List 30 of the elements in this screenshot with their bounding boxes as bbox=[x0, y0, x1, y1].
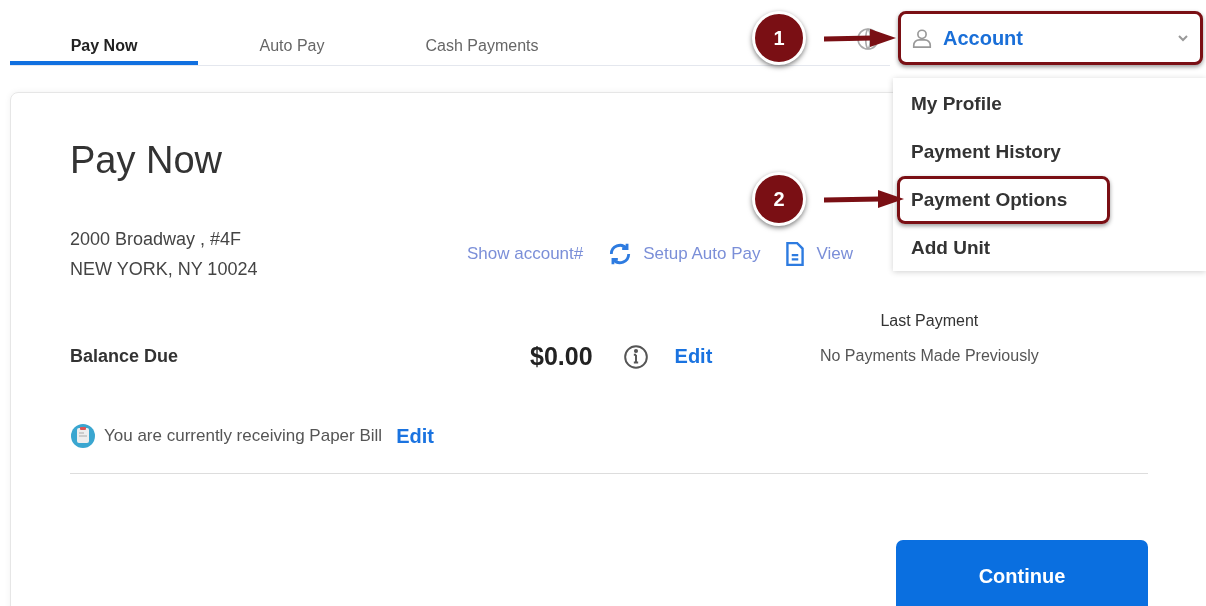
last-payment-value: No Payments Made Previously bbox=[819, 347, 1039, 365]
menu-item[interactable]: Payment Options bbox=[897, 176, 1110, 224]
paper-bill-text: You are currently receiving Paper Bill bbox=[104, 426, 383, 446]
link[interactable]: Show account# bbox=[467, 244, 584, 264]
tab[interactable]: Pay Now bbox=[10, 0, 198, 65]
balance-label: Balance Due bbox=[70, 346, 180, 368]
info-icon bbox=[622, 344, 649, 370]
step-badge: 2 bbox=[752, 172, 806, 226]
paper-bill-icon bbox=[70, 423, 96, 449]
edit-link[interactable]: Edit bbox=[396, 424, 434, 448]
document-icon bbox=[784, 241, 807, 267]
address-line: NEW YORK, NY 10024 bbox=[70, 258, 259, 281]
link[interactable]: View bbox=[816, 244, 853, 264]
balance-amount: $0.00 bbox=[530, 342, 593, 372]
address-line: 2000 Broadway , #4F bbox=[70, 228, 243, 251]
menu-item[interactable]: Payment History bbox=[897, 128, 1197, 176]
link[interactable]: Setup Auto Pay bbox=[643, 244, 761, 264]
user-icon bbox=[911, 27, 933, 49]
tab[interactable]: Cash Payments bbox=[386, 0, 578, 65]
last-payment-label: Last Payment bbox=[880, 312, 979, 330]
continue-button[interactable]: Continue bbox=[896, 540, 1148, 606]
edit-link[interactable]: Edit bbox=[674, 345, 713, 373]
tab[interactable]: Auto Pay bbox=[198, 0, 386, 65]
arrow-icon bbox=[824, 189, 904, 209]
account-dropdown[interactable]: Account bbox=[898, 11, 1203, 65]
page-title: Pay Now bbox=[70, 139, 223, 182]
menu-item[interactable]: My Profile bbox=[897, 80, 1197, 128]
step-badge: 1 bbox=[752, 11, 806, 65]
arrow-icon bbox=[824, 28, 896, 48]
menu-item[interactable]: Add Unit bbox=[897, 224, 1197, 272]
